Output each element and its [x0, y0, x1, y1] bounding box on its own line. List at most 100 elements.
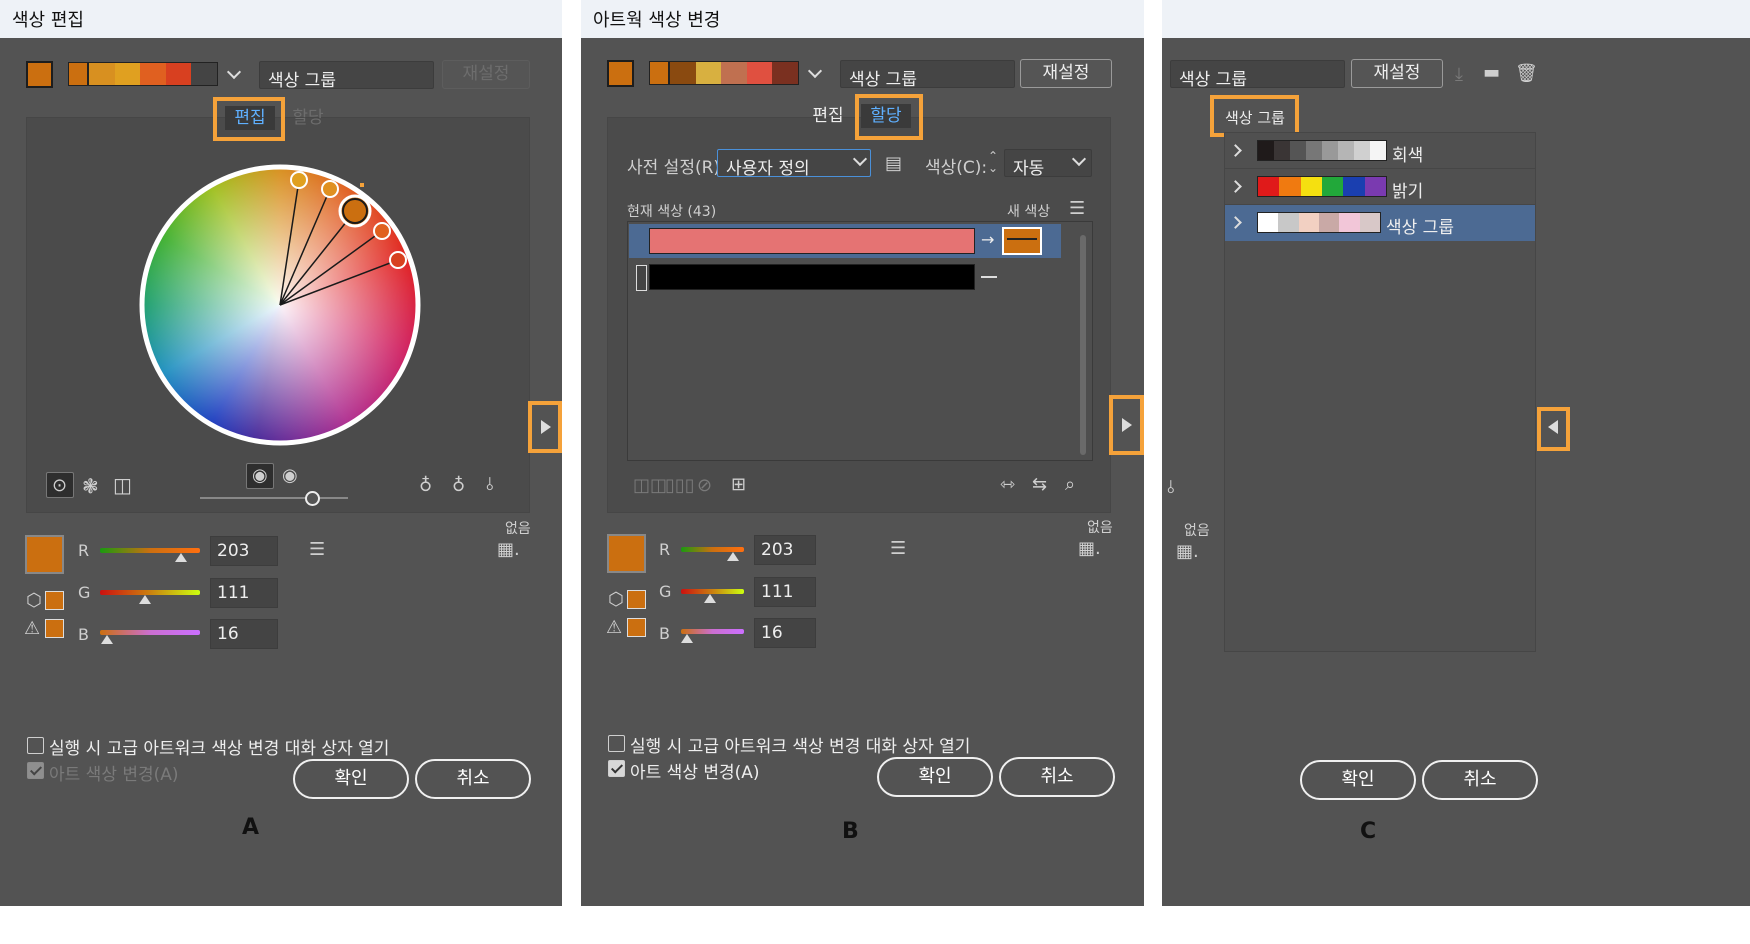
- color-bars-icon[interactable]: ◫: [113, 473, 132, 497]
- color-group-strip[interactable]: [68, 62, 218, 86]
- g-value-input[interactable]: 111: [754, 577, 816, 607]
- group-color-chip[interactable]: [1321, 177, 1344, 196]
- group-color-chip[interactable]: [1258, 141, 1274, 160]
- slider-options-menu-icon[interactable]: ☰: [890, 538, 906, 559]
- group-color-chip[interactable]: [1343, 177, 1365, 196]
- color-group-swatches[interactable]: [1257, 212, 1381, 233]
- randomize-saturation-icon[interactable]: ⇆: [1032, 474, 1047, 495]
- arrow-right-icon[interactable]: →: [981, 230, 994, 249]
- g-slider-thumb[interactable]: [704, 594, 716, 603]
- ok-button[interactable]: 확인: [293, 759, 409, 799]
- group-color-chip[interactable]: [1354, 141, 1370, 160]
- brightness-swatches[interactable]: [1257, 176, 1387, 197]
- preset-options-icon[interactable]: ▤: [885, 153, 902, 174]
- r-slider-thumb[interactable]: [175, 553, 187, 562]
- color-group-name-field[interactable]: 색상 그룹: [1170, 60, 1345, 90]
- r-value-input[interactable]: 203: [754, 535, 816, 565]
- group-color-chip[interactable]: [1278, 213, 1299, 232]
- cancel-button[interactable]: 취소: [999, 757, 1115, 797]
- recolor-art-checkbox[interactable]: [608, 760, 625, 777]
- chevron-down-icon[interactable]: [807, 63, 823, 79]
- gamut-swatch[interactable]: [627, 618, 646, 637]
- reset-button[interactable]: 재설정: [442, 60, 530, 89]
- g-value-input[interactable]: 111: [210, 578, 278, 608]
- group-color-chip[interactable]: [1339, 213, 1360, 232]
- brightness-slider-track[interactable]: [200, 497, 348, 499]
- color-group-strip[interactable]: [649, 61, 799, 85]
- color-group-name-field[interactable]: 색상 그룹: [840, 60, 1015, 90]
- find-color-icon[interactable]: ⌕: [1065, 474, 1075, 495]
- r-slider-thumb[interactable]: [727, 552, 739, 561]
- r-value-input[interactable]: 203: [210, 536, 278, 566]
- list-menu-icon[interactable]: ☰: [1069, 198, 1085, 219]
- group-color-chip[interactable]: [1274, 141, 1290, 160]
- preset-dropdown[interactable]: 사용자 정의: [717, 149, 871, 179]
- g-slider-thumb[interactable]: [139, 595, 151, 604]
- swatch-grid-icon[interactable]: ▦.: [1078, 538, 1101, 559]
- group-color-chip[interactable]: [1359, 213, 1380, 232]
- current-color-bar-salmon[interactable]: [649, 228, 975, 254]
- b-value-input[interactable]: 16: [754, 618, 816, 648]
- advanced-dialog-checkbox[interactable]: [608, 735, 625, 752]
- warning-icon[interactable]: ⚠: [24, 618, 40, 639]
- swatch-grid-icon[interactable]: ▦.: [1176, 541, 1199, 562]
- randomize-order-icon[interactable]: ⇿: [1000, 474, 1015, 495]
- trash-icon[interactable]: 🗑: [1515, 63, 1538, 84]
- new-color-swatch[interactable]: [1002, 227, 1042, 255]
- link-harmony-icon[interactable]: ⫰: [486, 474, 494, 495]
- color-wheel[interactable]: [135, 160, 425, 450]
- brightness-icon[interactable]: ◉: [282, 465, 298, 486]
- exclude-colors-icon[interactable]: ⊘: [697, 475, 712, 496]
- color-group-name-field[interactable]: 색상 그룹: [259, 61, 434, 91]
- b-slider-thumb[interactable]: [101, 635, 113, 644]
- add-color-tool-icon[interactable]: ♁: [419, 475, 432, 496]
- b-slider-thumb[interactable]: [681, 634, 693, 643]
- group-color-chip[interactable]: [1298, 213, 1319, 232]
- b-value-input[interactable]: 16: [210, 619, 278, 649]
- scroll-thumb[interactable]: [1080, 235, 1086, 455]
- warning-icon[interactable]: ⚠: [606, 617, 622, 638]
- cancel-button[interactable]: 취소: [415, 759, 531, 799]
- chevron-down-icon[interactable]: [226, 64, 242, 80]
- group-color-chip[interactable]: [1306, 141, 1322, 160]
- slider-options-menu-icon[interactable]: ☰: [309, 539, 325, 560]
- group-color-chip[interactable]: [1318, 213, 1340, 232]
- group-color-chip[interactable]: [1279, 177, 1301, 196]
- b-slider[interactable]: [100, 630, 200, 635]
- save-group-icon[interactable]: ⤓: [1455, 64, 1463, 85]
- colors-stepper[interactable]: ⌃ ⌄: [984, 150, 1002, 178]
- advanced-dialog-checkbox[interactable]: [27, 737, 44, 754]
- group-color-chip[interactable]: [1258, 177, 1280, 196]
- cube-out-of-web-icon[interactable]: ⬡: [608, 589, 624, 610]
- group-color-chip[interactable]: [1322, 141, 1338, 160]
- reset-button[interactable]: 재설정: [1351, 59, 1443, 88]
- current-color-bar-black[interactable]: [649, 264, 975, 290]
- link-harmony-icon[interactable]: ⫰: [1167, 477, 1175, 498]
- reset-button[interactable]: 재설정: [1020, 59, 1112, 88]
- segmented-wheel-icon[interactable]: ❃: [82, 474, 99, 498]
- group-color-chip[interactable]: [1290, 141, 1306, 160]
- tab-assign[interactable]: 할당: [285, 106, 331, 130]
- merge-colors-icon[interactable]: ◫◫: [633, 475, 667, 496]
- separate-colors-icon[interactable]: ▯▯▯: [665, 475, 695, 496]
- web-safe-swatch[interactable]: [45, 591, 64, 610]
- new-row-icon[interactable]: ⊞: [731, 474, 746, 495]
- brightness-slider-thumb[interactable]: [305, 491, 320, 506]
- folder-icon[interactable]: ▬: [1483, 62, 1500, 83]
- ok-button[interactable]: 확인: [1300, 760, 1416, 800]
- gamut-swatch[interactable]: [45, 619, 64, 638]
- color-row-handle[interactable]: [636, 265, 647, 291]
- group-color-chip[interactable]: [1370, 141, 1386, 160]
- recolor-art-checkbox[interactable]: [27, 762, 44, 779]
- remove-color-tool-icon[interactable]: ♁: [452, 475, 465, 496]
- ok-button[interactable]: 확인: [877, 757, 993, 797]
- gray-swatches[interactable]: [1257, 140, 1387, 161]
- group-color-chip[interactable]: [1338, 141, 1354, 160]
- tab-edit[interactable]: 편집: [805, 104, 851, 128]
- cube-out-of-web-icon[interactable]: ⬡: [26, 590, 42, 611]
- active-color-swatch[interactable]: [26, 61, 53, 88]
- cancel-button[interactable]: 취소: [1422, 760, 1538, 800]
- group-color-chip[interactable]: [1364, 177, 1386, 196]
- group-color-chip[interactable]: [1300, 177, 1322, 196]
- web-safe-swatch[interactable]: [627, 590, 646, 609]
